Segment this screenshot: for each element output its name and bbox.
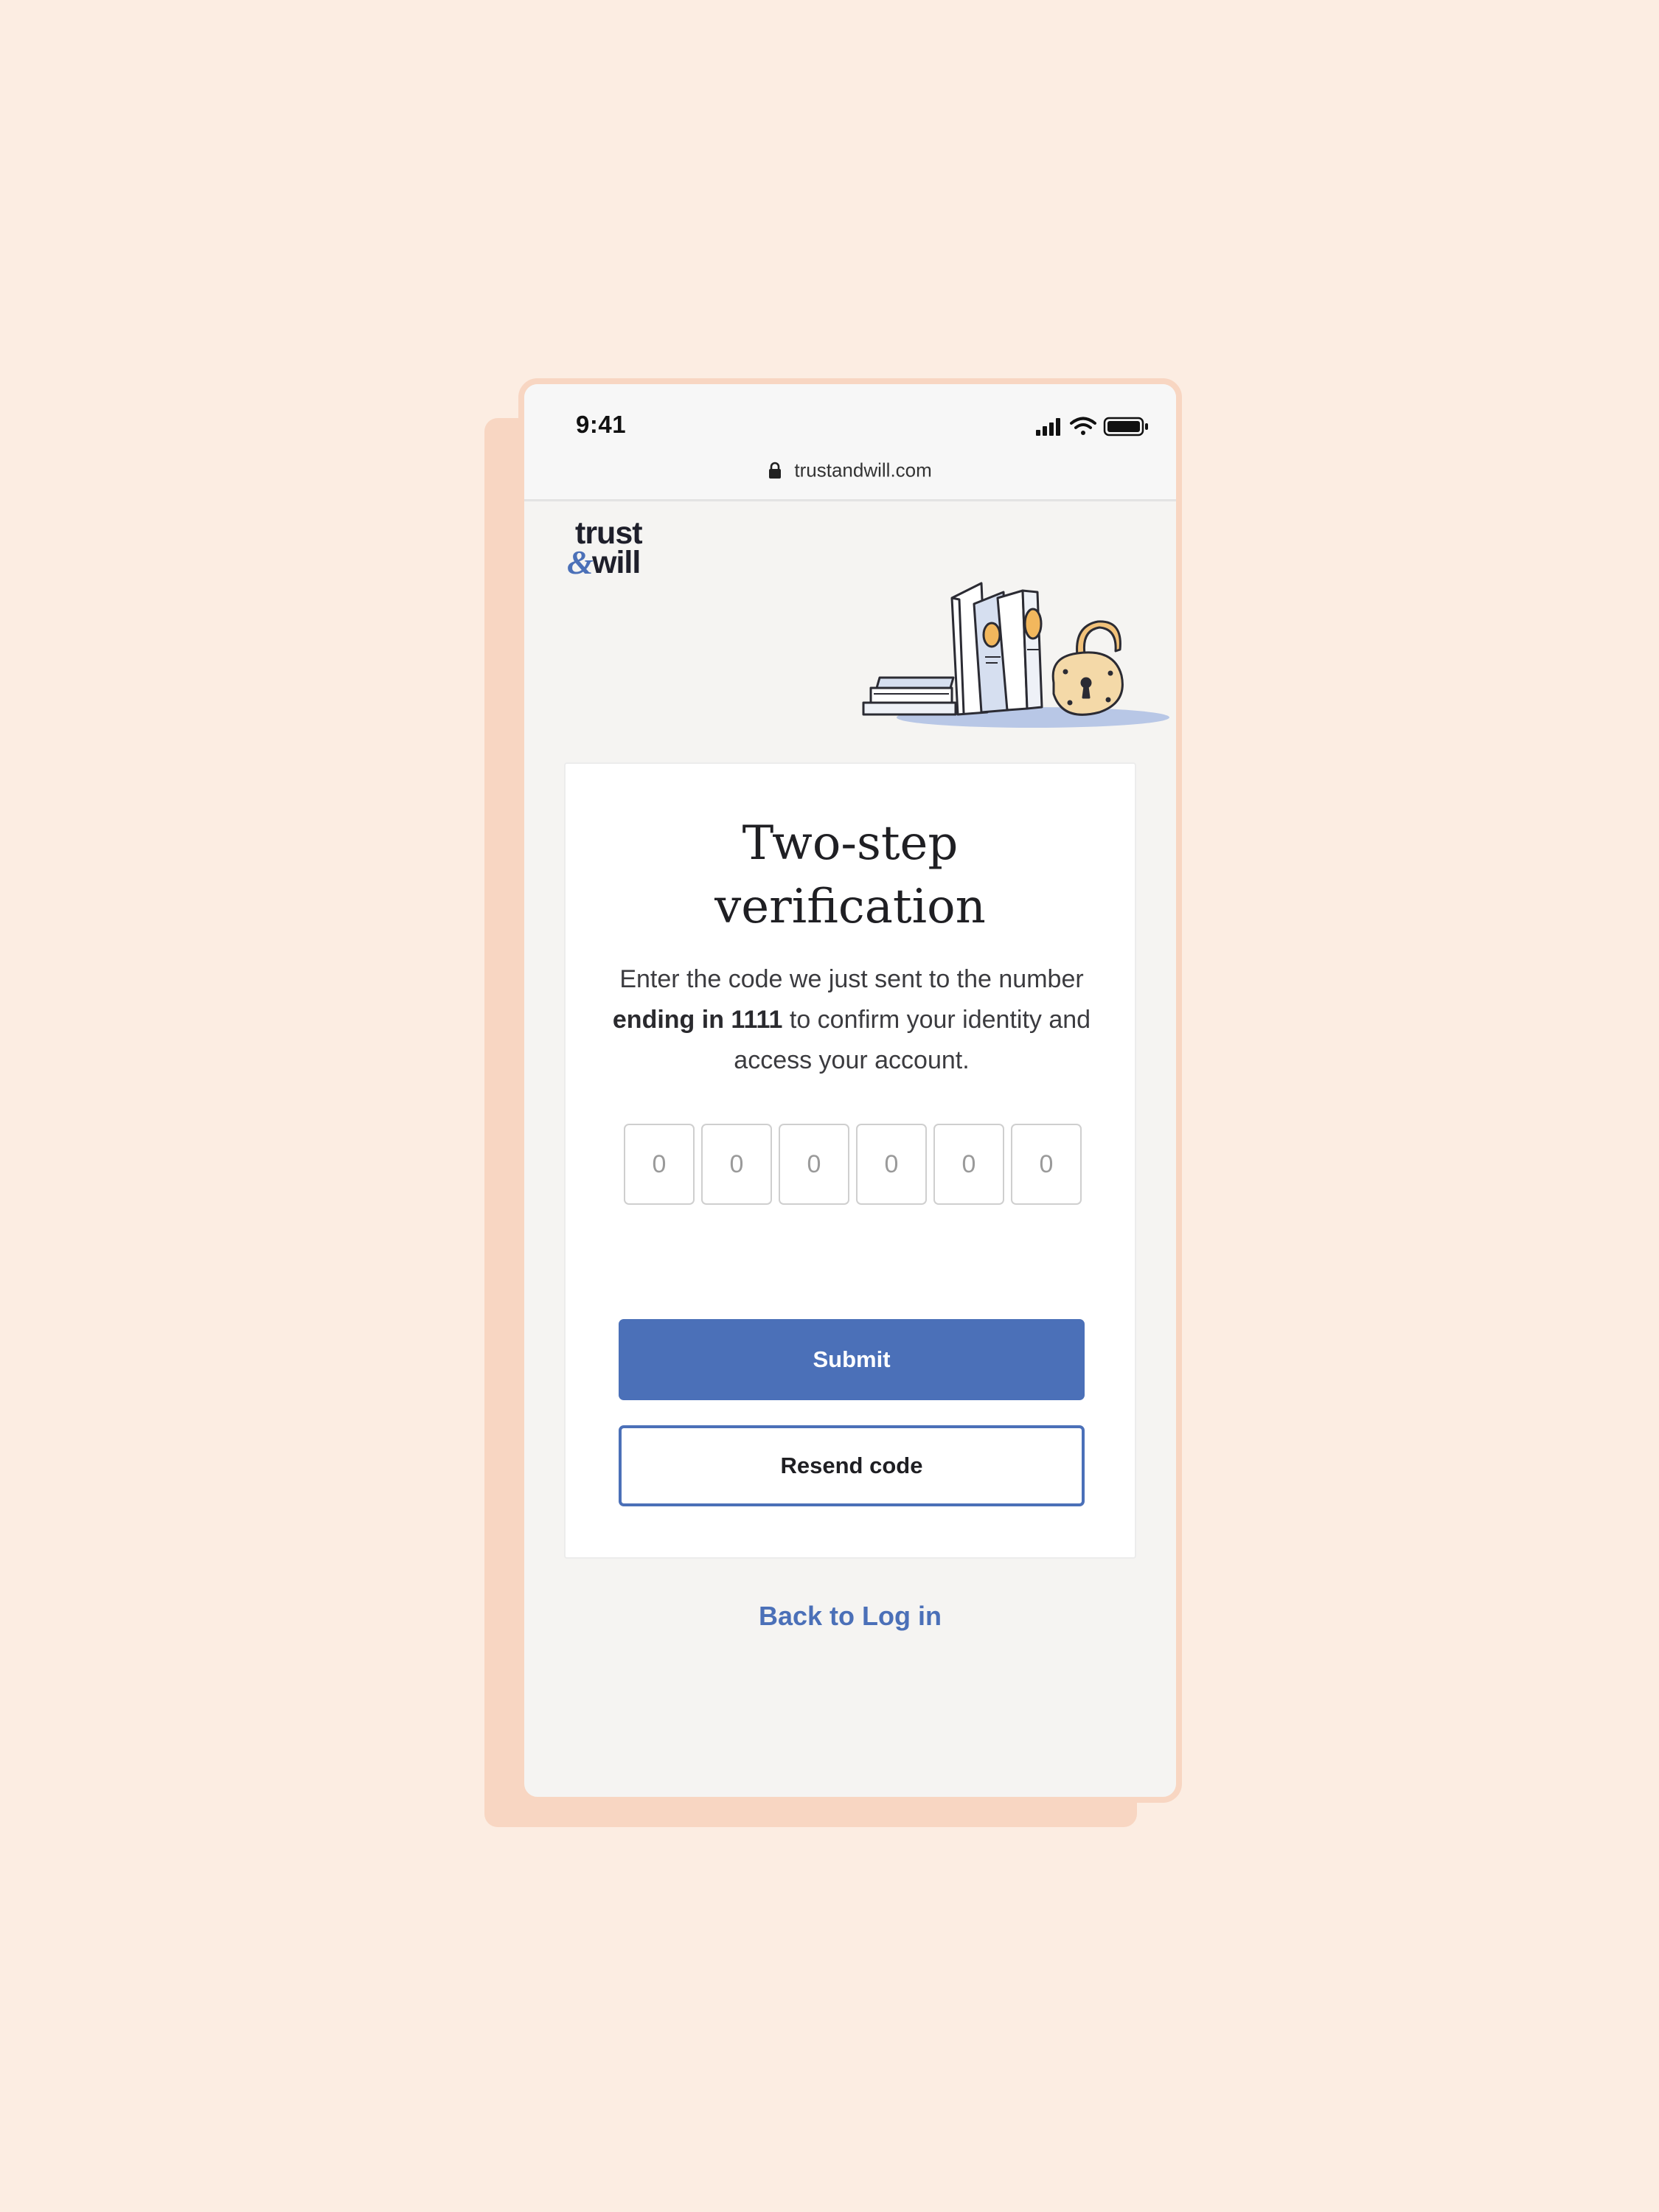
address-bar[interactable]: trustandwill.com — [524, 458, 1176, 482]
browser-status-bar: 9:41 trustandwill.com — [524, 384, 1176, 501]
status-icons — [1036, 417, 1148, 437]
instructions-part-2: to confirm your identity and access your… — [734, 1006, 1091, 1074]
submit-button[interactable]: Submit — [619, 1319, 1085, 1400]
code-digit-4[interactable]: 0 — [856, 1124, 927, 1205]
code-digit-2[interactable]: 0 — [701, 1124, 772, 1205]
resend-code-button[interactable]: Resend code — [619, 1425, 1085, 1506]
logo-text-will: will — [592, 545, 641, 580]
logo-ampersand: & — [567, 543, 594, 581]
books-and-padlock-illustration — [862, 582, 1169, 728]
phone-ending-text: ending in 1111 — [612, 1006, 783, 1034]
instructions-part-1: Enter the code we just sent to the numbe… — [619, 965, 1084, 993]
code-digit-6[interactable]: 0 — [1011, 1124, 1082, 1205]
signal-icon — [1036, 418, 1060, 436]
instructions-text: Enter the code we just sent to the numbe… — [610, 959, 1093, 1081]
status-time: 9:41 — [576, 411, 627, 438]
back-to-login-link[interactable]: Back to Log in — [524, 1601, 1176, 1632]
url-text: trustandwill.com — [794, 459, 932, 481]
code-digit-1[interactable]: 0 — [624, 1124, 695, 1205]
code-digit-3[interactable]: 0 — [779, 1124, 849, 1205]
phone-frame: 9:41 trustandwill.com trust & will Two-s… — [518, 378, 1182, 1803]
wifi-icon — [1070, 417, 1096, 435]
lock-icon — [769, 462, 782, 479]
trust-and-will-logo[interactable]: trust & will — [567, 517, 685, 591]
title-line-1: Two-step — [742, 816, 959, 871]
page-title: Two-step verification — [566, 812, 1135, 939]
title-line-2: verification — [714, 880, 986, 934]
battery-icon — [1103, 417, 1148, 437]
code-digit-5[interactable]: 0 — [933, 1124, 1004, 1205]
verification-card: Two-step verification Enter the code we … — [564, 762, 1136, 1559]
